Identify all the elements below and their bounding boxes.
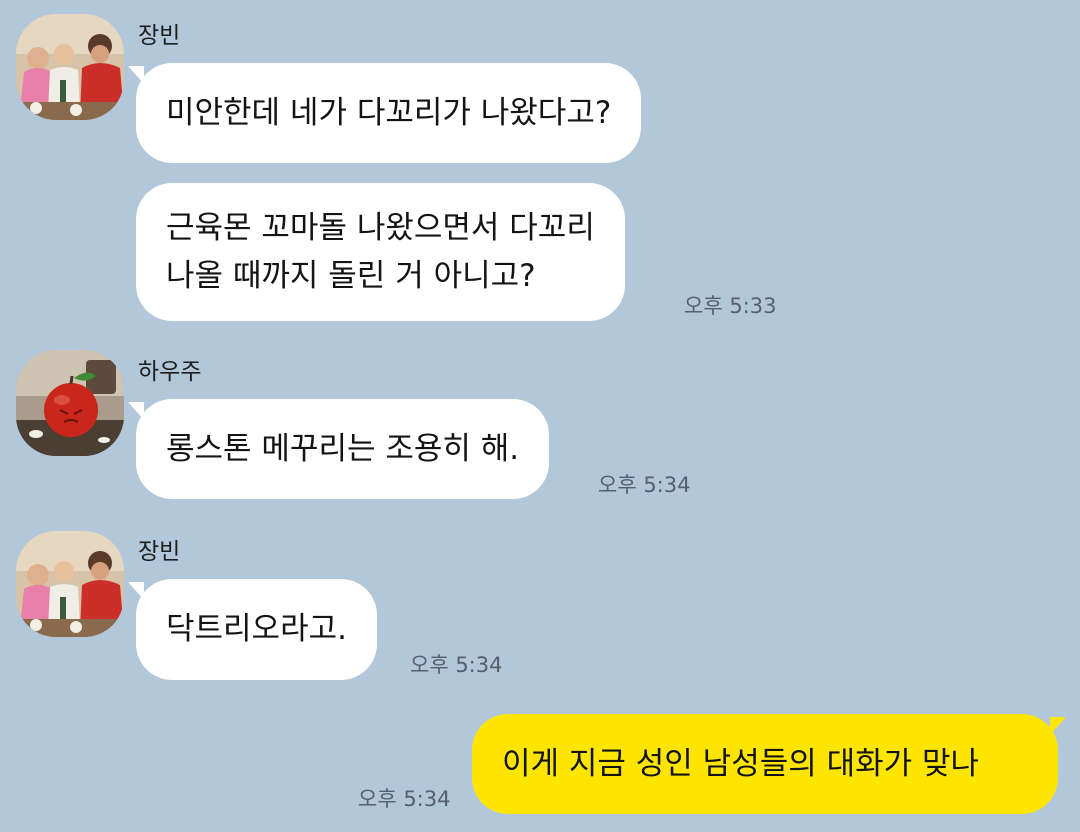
avatar-hauju[interactable] (16, 350, 124, 456)
my-message-bubble[interactable]: 이게 지금 성인 남성들의 대화가 맞나 (472, 714, 1058, 814)
timestamp: 오후 5:33 (684, 294, 777, 318)
avatar-jangbin[interactable] (16, 14, 124, 120)
message-bubble[interactable]: 닥트리오라고. (136, 579, 377, 680)
message-bubble[interactable]: 근육몬 꼬마돌 나왔으면서 다꼬리 나올 때까지 돌린 거 아니고? (136, 183, 625, 321)
message-text: 나올 때까지 돌린 거 아니고? (166, 258, 536, 294)
message-bubble[interactable]: 미안한데 네가 다꼬리가 나왔다고? (136, 63, 642, 163)
timestamp: 오후 5:34 (598, 473, 691, 497)
timestamp: 오후 5:34 (410, 653, 503, 677)
bubble-tail (1050, 717, 1066, 735)
message-text: 롱스톤 메꾸리는 조용히 해. (166, 431, 520, 467)
avatar-apple-icon (16, 350, 124, 456)
message-text: 근육몬 꼬마돌 나왔으면서 다꼬리 (166, 210, 595, 246)
message-text: 닥트리오라고. (166, 611, 347, 647)
avatar-photo-party-icon (16, 14, 124, 120)
message-text: 이게 지금 성인 남성들의 대화가 맞나 (502, 746, 980, 782)
avatar-jangbin[interactable] (16, 531, 124, 637)
timestamp: 오후 5:34 (358, 787, 451, 811)
sender-name: 장빈 (138, 23, 181, 49)
message-bubble[interactable]: 롱스톤 메꾸리는 조용히 해. (136, 399, 550, 499)
avatar-photo-party-icon (16, 531, 124, 637)
sender-name: 장빈 (138, 539, 181, 565)
sender-name: 하우주 (138, 359, 202, 385)
message-text: 미안한데 네가 다꼬리가 나왔다고? (166, 95, 612, 131)
